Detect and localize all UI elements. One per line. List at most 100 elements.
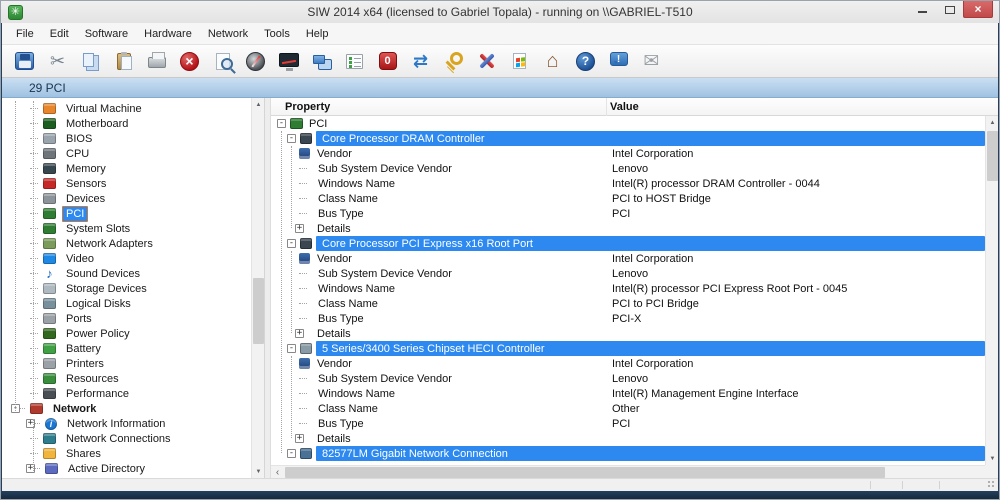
property-row-class-name[interactable]: Class Name PCI to HOST Bridge	[271, 191, 985, 206]
device-header-5-series-3400-series-chipset-heci-controller[interactable]: - 5 Series/3400 Series Chipset HECI Contr…	[271, 341, 985, 356]
paste-icon[interactable]	[110, 48, 137, 75]
property-row-sub-system-device-vendor[interactable]: Sub System Device Vendor Lenovo	[271, 266, 985, 281]
sidebar-item-video[interactable]: Video	[2, 251, 251, 266]
stop-icon[interactable]: ×	[176, 48, 203, 75]
details-row[interactable]: + Details	[271, 326, 985, 341]
device-header-core-processor-dram-controller[interactable]: - Core Processor DRAM Controller	[271, 131, 985, 146]
tree-expander[interactable]: +	[295, 224, 304, 233]
property-row-vendor[interactable]: Vendor Intel Corporation	[271, 251, 985, 266]
system-monitor-icon[interactable]	[275, 48, 302, 75]
tree-expander[interactable]: -	[287, 449, 296, 458]
sidebar-item-shares[interactable]: Shares	[2, 446, 251, 461]
home-icon[interactable]: ⌂	[539, 48, 566, 75]
property-row-windows-name[interactable]: Windows Name Intel(R) processor DRAM Cont…	[271, 176, 985, 191]
sidebar-item-motherboard[interactable]: Motherboard	[2, 116, 251, 131]
sidebar-item-system-slots[interactable]: System Slots	[2, 221, 251, 236]
details-row[interactable]: + Details	[271, 431, 985, 446]
sidebar-item-devices[interactable]: Devices	[2, 191, 251, 206]
tree-expander[interactable]: +	[295, 434, 304, 443]
property-row-bus-type[interactable]: Bus Type PCI-X	[271, 311, 985, 326]
scroll-left-icon[interactable]: ‹	[271, 466, 284, 478]
tools-icon[interactable]	[473, 48, 500, 75]
tree-expander[interactable]: -	[287, 344, 296, 353]
menu-tools[interactable]: Tools	[256, 25, 298, 43]
property-row-windows-name[interactable]: Windows Name Intel(R) Management Engine I…	[271, 386, 985, 401]
power-icon[interactable]: 0	[374, 48, 401, 75]
scroll-down-icon[interactable]: ▼	[252, 465, 264, 478]
resize-grip[interactable]	[987, 480, 996, 489]
details-scrollbar[interactable]: ▲ ▼	[985, 116, 998, 465]
sidebar-item-sound-devices[interactable]: ♪ Sound Devices	[2, 266, 251, 281]
scrollbar-thumb[interactable]	[987, 131, 998, 181]
scroll-down-icon[interactable]: ▼	[986, 452, 998, 465]
details-row[interactable]: + Details	[271, 221, 985, 236]
sidebar-item-battery[interactable]: Battery	[2, 341, 251, 356]
sidebar-item-cpu[interactable]: CPU	[2, 146, 251, 161]
sidebar-item-bios[interactable]: BIOS	[2, 131, 251, 146]
column-property[interactable]: Property	[271, 98, 607, 116]
report-icon[interactable]	[341, 48, 368, 75]
sidebar-item-resources[interactable]: Resources	[2, 371, 251, 386]
sidebar-item-storage-devices[interactable]: Storage Devices	[2, 281, 251, 296]
device-header-82577lm-gigabit-network-connection[interactable]: - 82577LM Gigabit Network Connection	[271, 446, 985, 461]
scrollbar-thumb[interactable]	[253, 278, 264, 344]
property-row-vendor[interactable]: Vendor Intel Corporation	[271, 146, 985, 161]
property-row-windows-name[interactable]: Windows Name Intel(R) processor PCI Expre…	[271, 281, 985, 296]
close-button[interactable]: ×	[963, 1, 993, 18]
feedback-icon[interactable]: !	[605, 48, 632, 75]
menu-file[interactable]: File	[8, 25, 42, 43]
column-value[interactable]: Value	[607, 101, 998, 113]
tree-expander[interactable]: -	[287, 239, 296, 248]
property-row-vendor[interactable]: Vendor Intel Corporation	[271, 356, 985, 371]
property-row-class-name[interactable]: Class Name PCI to PCI Bridge	[271, 296, 985, 311]
search-icon[interactable]	[209, 48, 236, 75]
scroll-up-icon[interactable]: ▲	[986, 116, 998, 129]
sidebar-item-power-policy[interactable]: Power Policy	[2, 326, 251, 341]
windows-update-icon[interactable]	[506, 48, 533, 75]
refresh-icon[interactable]: ⇄	[407, 48, 434, 75]
cut-icon[interactable]: ✂	[44, 48, 71, 75]
tree-expander[interactable]: -	[287, 134, 296, 143]
remote-computers-icon[interactable]	[308, 48, 335, 75]
sidebar-item-logical-disks[interactable]: Logical Disks	[2, 296, 251, 311]
sidebar-item-printers[interactable]: Printers	[2, 356, 251, 371]
sidebar-item-ports[interactable]: Ports	[2, 311, 251, 326]
scroll-up-icon[interactable]: ▲	[252, 98, 264, 111]
sidebar-item-network-connections[interactable]: Network Connections	[2, 431, 251, 446]
property-row-bus-type[interactable]: Bus Type PCI	[271, 206, 985, 221]
siw-logo-icon[interactable]: ✳	[8, 4, 23, 20]
copy-icon[interactable]	[77, 48, 104, 75]
sidebar-item-performance[interactable]: Performance	[2, 386, 251, 401]
sidebar-item-pci[interactable]: PCI	[2, 205, 251, 222]
sidebar-item-virtual-machine[interactable]: Virtual Machine	[2, 101, 251, 116]
sidebar-item-sensors[interactable]: Sensors	[2, 176, 251, 191]
print-icon[interactable]	[143, 48, 170, 75]
device-header-core-processor-pci-express-x16-root-port[interactable]: - Core Processor PCI Express x16 Root Por…	[271, 236, 985, 251]
scrollbar-thumb[interactable]	[285, 467, 885, 478]
sidebar-item-memory[interactable]: Memory	[2, 161, 251, 176]
sidebar-item-active-directory[interactable]: + Active Directory	[2, 461, 251, 476]
sidebar-item-network-adapters[interactable]: Network Adapters	[2, 236, 251, 251]
menu-help[interactable]: Help	[298, 25, 337, 43]
menu-edit[interactable]: Edit	[42, 25, 77, 43]
save-icon[interactable]	[11, 48, 38, 75]
property-row-sub-system-device-vendor[interactable]: Sub System Device Vendor Lenovo	[271, 371, 985, 386]
horizontal-scrollbar[interactable]: ‹ ›	[271, 465, 993, 478]
sidebar-scrollbar[interactable]: ▲ ▼	[251, 98, 264, 478]
dashboard-icon[interactable]	[242, 48, 269, 75]
menu-software[interactable]: Software	[77, 25, 136, 43]
menu-hardware[interactable]: Hardware	[136, 25, 200, 43]
email-icon[interactable]: ✉	[638, 48, 665, 75]
menu-network[interactable]: Network	[200, 25, 256, 43]
property-row-class-name[interactable]: Class Name Other	[271, 401, 985, 416]
maximize-button[interactable]	[936, 1, 963, 18]
property-row-sub-system-device-vendor[interactable]: Sub System Device Vendor Lenovo	[271, 161, 985, 176]
tree-expander[interactable]: -	[277, 119, 286, 128]
sidebar-item-network-information[interactable]: + i Network Information	[2, 416, 251, 431]
sidebar-item-network[interactable]: - Network	[2, 401, 251, 416]
license-key-icon[interactable]	[440, 48, 467, 75]
minimize-button[interactable]	[909, 1, 936, 18]
help-icon[interactable]: ?	[572, 48, 599, 75]
tree-item-pci[interactable]: - PCI	[271, 116, 985, 131]
tree-expander[interactable]: +	[295, 329, 304, 338]
